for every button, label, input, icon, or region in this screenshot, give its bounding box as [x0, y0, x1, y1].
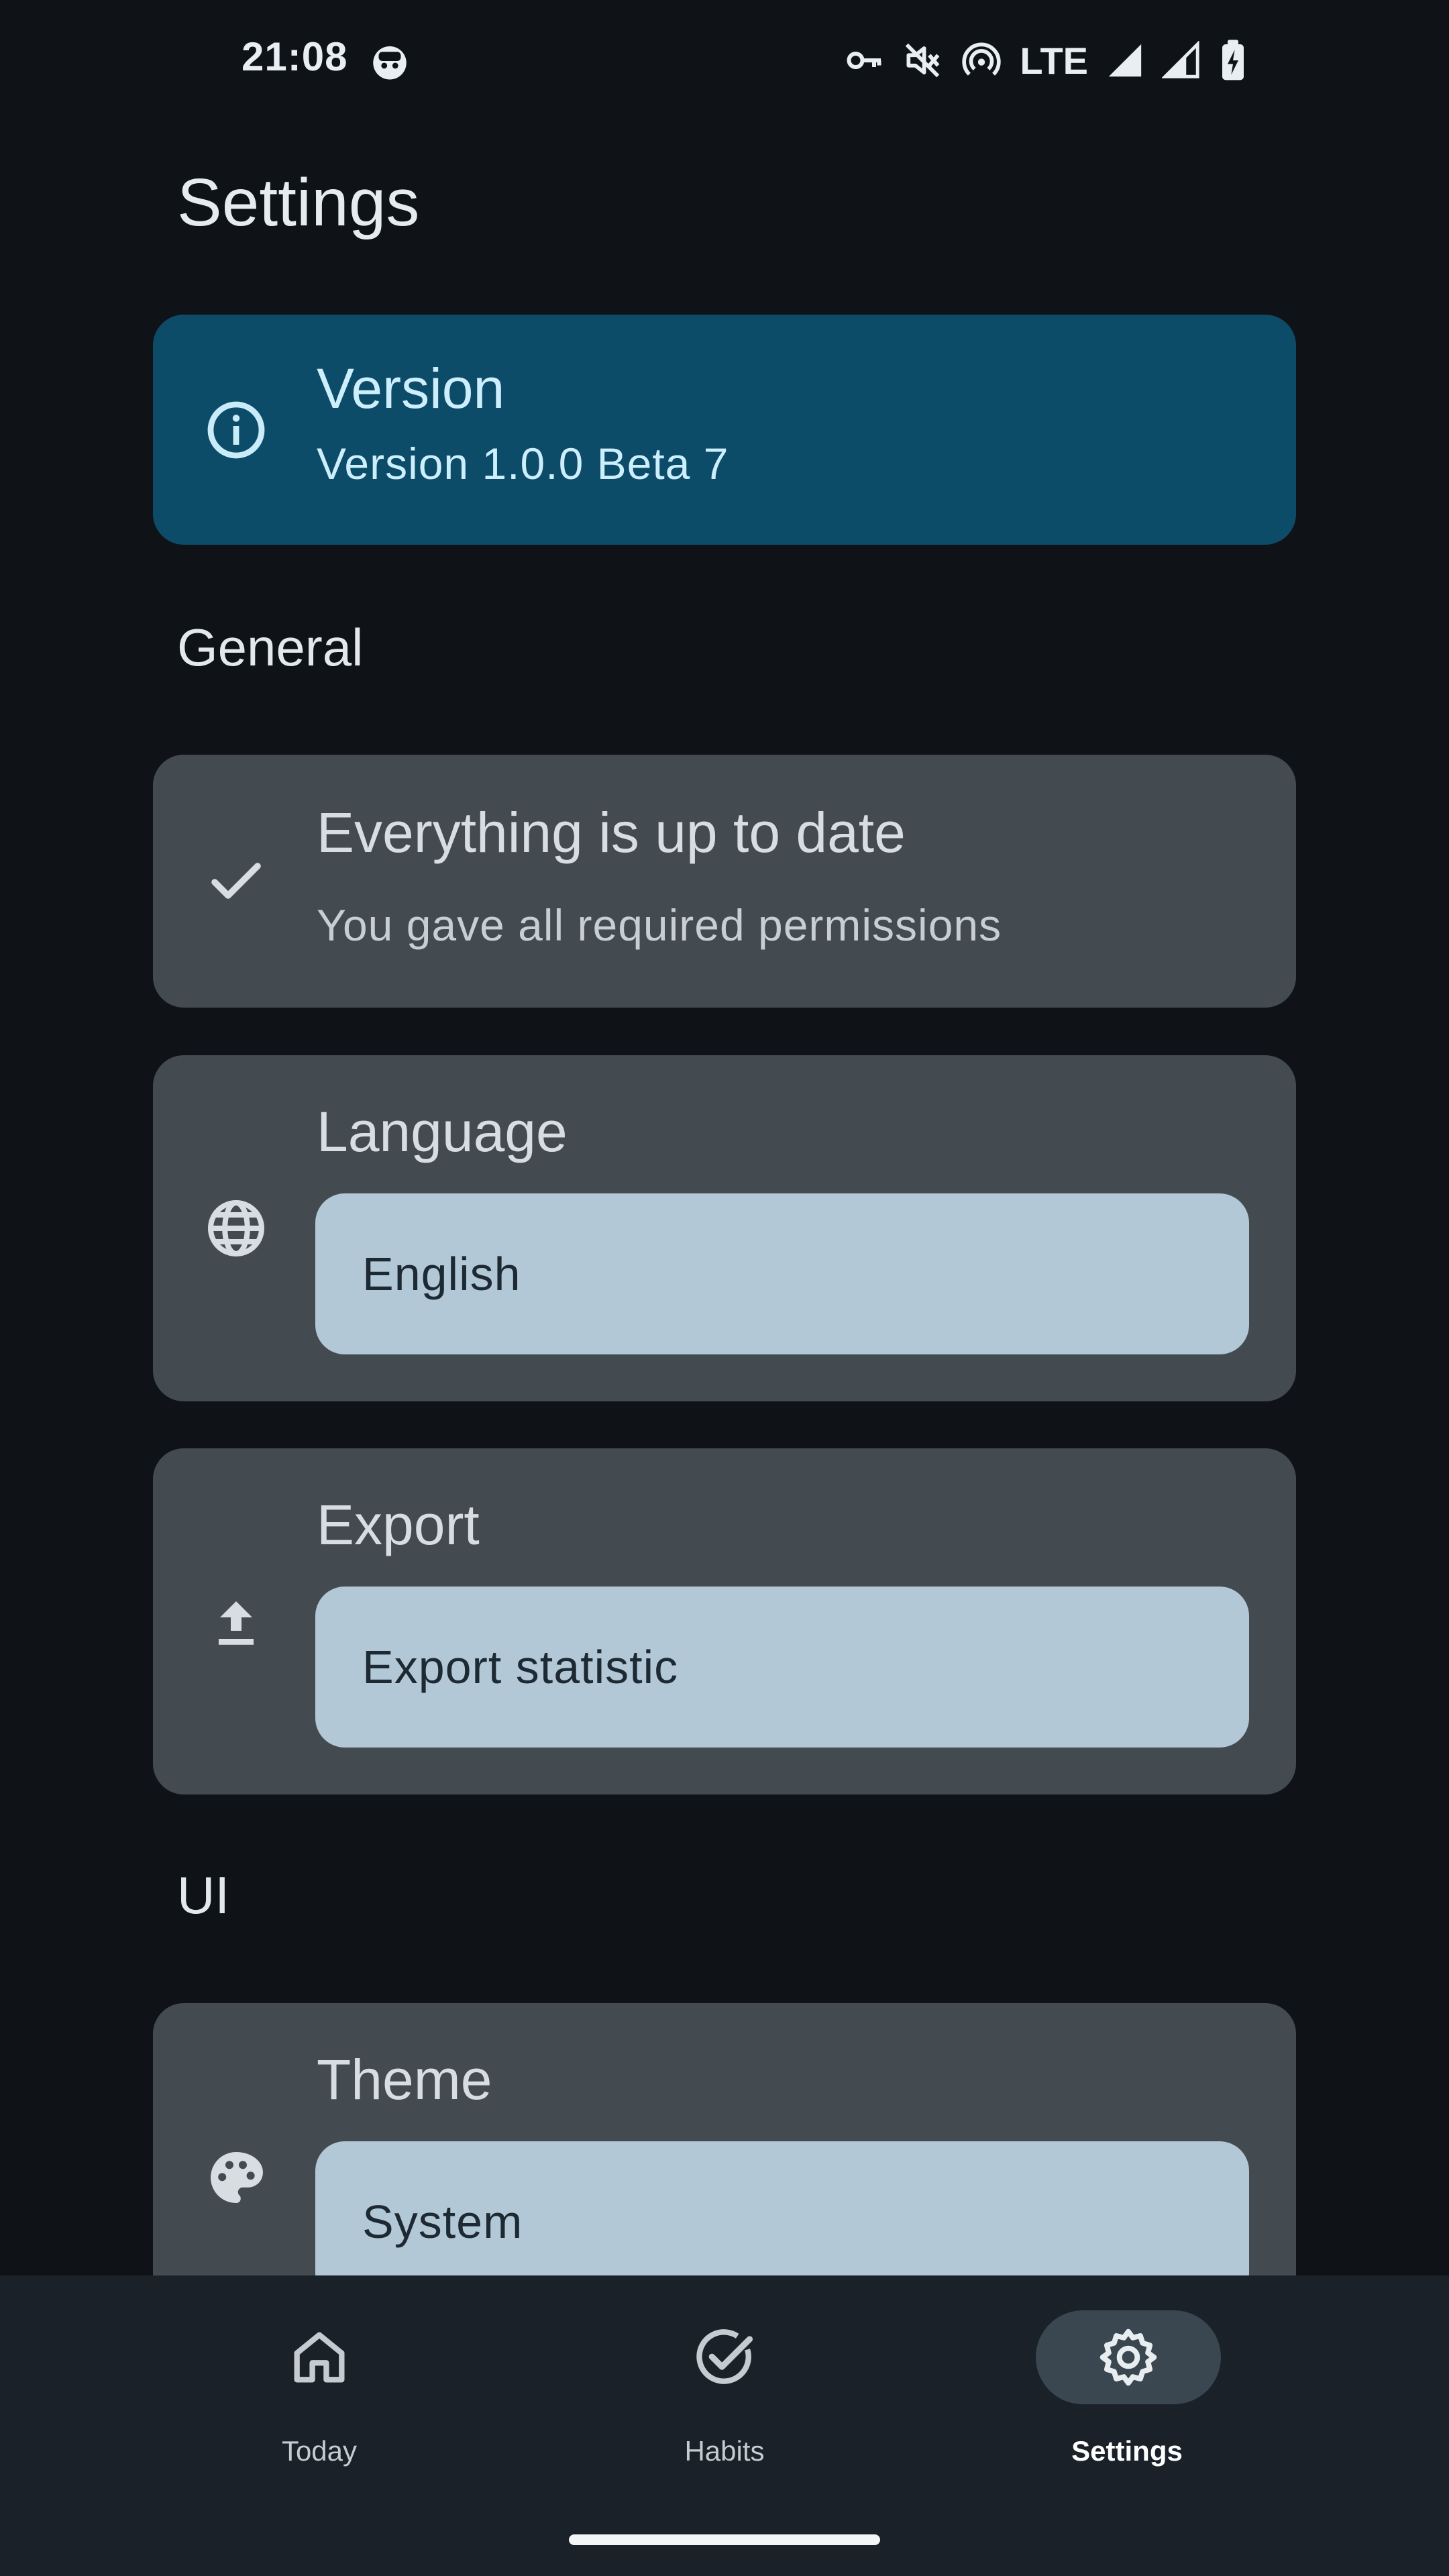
language-title: Language [317, 1100, 568, 1163]
hotspot-icon [962, 42, 1002, 76]
status-time: 21:08 [241, 34, 348, 79]
home-indicator[interactable] [569, 2534, 880, 2545]
check-circle-icon [696, 2329, 753, 2384]
section-general-label: General [177, 618, 364, 677]
status-title: Everything is up to date [317, 801, 906, 864]
globe-icon [208, 1200, 264, 1256]
language-value: English [362, 1248, 521, 1300]
version-card[interactable]: Version Version 1.0.0 Beta 7 [153, 315, 1296, 545]
check-icon [211, 863, 261, 899]
page-title: Settings [177, 165, 420, 240]
section-ui-label: UI [177, 1866, 229, 1925]
network-type: LTE [1020, 39, 1088, 82]
permissions-status-card: Everything is up to date You gave all re… [153, 755, 1296, 1008]
export-card: Export Export statistic [153, 1448, 1296, 1794]
nav-settings[interactable]: Settings [946, 2275, 1308, 2517]
robot-face-icon [373, 46, 407, 80]
signal-icon [1162, 41, 1199, 78]
home-icon [294, 2332, 345, 2383]
nav-habits-label: Habits [684, 2435, 765, 2467]
version-title: Version [317, 357, 505, 420]
status-bar: 21:08 LTE [0, 0, 1449, 121]
nav-today[interactable]: Today [138, 2275, 500, 2517]
status-subtitle: You gave all required permissions [317, 900, 1002, 950]
nav-settings-label: Settings [1071, 2435, 1183, 2467]
upload-icon [219, 1601, 254, 1645]
settings-screen: 21:08 LTE Settings Version Version 1.0.0… [0, 0, 1449, 2576]
language-select[interactable]: English [315, 1193, 1249, 1354]
nav-habits[interactable]: Habits [543, 2275, 906, 2517]
theme-title: Theme [317, 2048, 492, 2111]
info-icon [207, 401, 265, 459]
status-icons: LTE [844, 34, 1248, 87]
palette-icon [211, 2152, 263, 2203]
version-subtitle: Version 1.0.0 Beta 7 [317, 439, 729, 488]
gear-icon [1099, 2328, 1157, 2386]
export-statistic-button[interactable]: Export statistic [315, 1587, 1249, 1748]
signal-icon [1108, 44, 1142, 77]
bottom-navigation: Today Habits Settings [0, 2275, 1449, 2576]
export-title: Export [317, 1493, 480, 1556]
vpn-key-icon [847, 52, 881, 69]
language-card: Language English [153, 1055, 1296, 1401]
mute-icon [906, 43, 940, 78]
battery-charging-icon [1222, 40, 1244, 80]
nav-today-label: Today [281, 2435, 358, 2467]
export-button-label: Export statistic [362, 1641, 679, 1693]
